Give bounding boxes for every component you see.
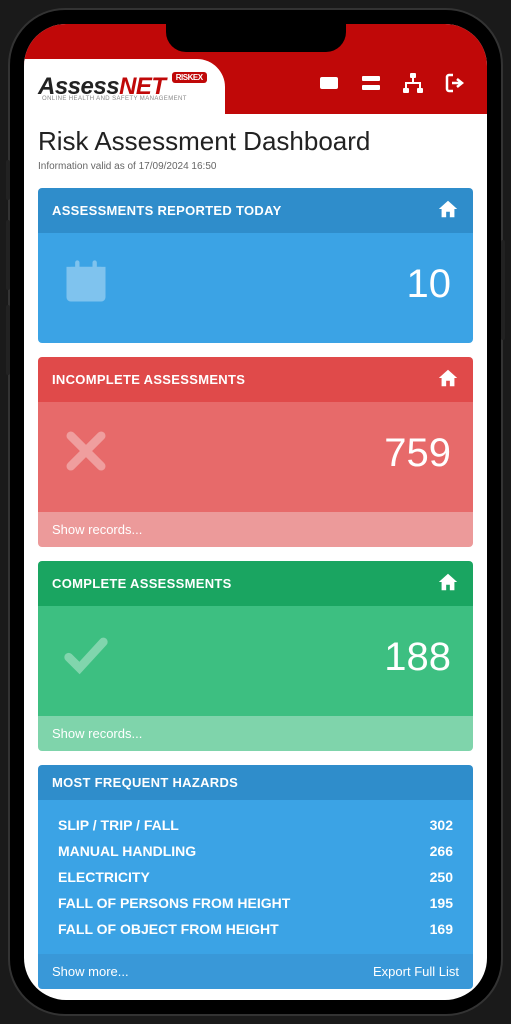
phone-frame: AssessNET RISKEX ONLINE HEALTH AND SAFET… xyxy=(10,10,501,1014)
card-view-icon[interactable] xyxy=(317,71,341,100)
card-footer: Show more... Export Full List xyxy=(38,954,473,989)
logo[interactable]: AssessNET RISKEX ONLINE HEALTH AND SAFET… xyxy=(24,59,225,114)
hazard-row[interactable]: FALL OF OBJECT FROM HEIGHT 169 xyxy=(58,916,453,942)
hazard-label: FALL OF PERSONS FROM HEIGHT xyxy=(58,895,290,911)
card-header: MOST FREQUENT HAZARDS xyxy=(38,765,473,800)
hazard-value: 302 xyxy=(430,817,453,833)
dashboard-content[interactable]: Risk Assessment Dashboard Information va… xyxy=(24,114,487,1000)
export-full-list-link[interactable]: Export Full List xyxy=(373,964,459,979)
hazard-list: SLIP / TRIP / FALL 302 MANUAL HANDLING 2… xyxy=(38,800,473,954)
phone-notch xyxy=(166,24,346,52)
hazard-row[interactable]: FALL OF PERSONS FROM HEIGHT 195 xyxy=(58,890,453,916)
home-icon[interactable] xyxy=(437,571,459,596)
card-incomplete: INCOMPLETE ASSESSMENTS 759 Show records.… xyxy=(38,357,473,547)
card-title: INCOMPLETE ASSESSMENTS xyxy=(52,372,245,387)
sitemap-icon[interactable] xyxy=(401,71,425,100)
logo-badge: RISKEX xyxy=(172,72,207,83)
calendar-icon xyxy=(60,256,112,313)
hazard-value: 195 xyxy=(430,895,453,911)
hazard-row[interactable]: MANUAL HANDLING 266 xyxy=(58,838,453,864)
card-body: 759 xyxy=(38,402,473,512)
cross-icon xyxy=(60,425,112,482)
home-icon[interactable] xyxy=(437,367,459,392)
card-body: 188 xyxy=(38,606,473,716)
card-footer: Show records... xyxy=(38,716,473,751)
hazard-row[interactable]: SLIP / TRIP / FALL 302 xyxy=(58,812,453,838)
card-header: ASSESSMENTS REPORTED TODAY xyxy=(38,188,473,233)
page-title: Risk Assessment Dashboard xyxy=(38,126,473,157)
phone-side-button xyxy=(6,160,10,200)
hazard-label: FALL OF OBJECT FROM HEIGHT xyxy=(58,921,279,937)
phone-side-button xyxy=(6,305,10,375)
hazard-label: SLIP / TRIP / FALL xyxy=(58,817,179,833)
home-icon[interactable] xyxy=(437,198,459,223)
hazard-value: 169 xyxy=(430,921,453,937)
hazard-label: ELECTRICITY xyxy=(58,869,150,885)
card-title: ASSESSMENTS REPORTED TODAY xyxy=(52,203,282,218)
card-title: MOST FREQUENT HAZARDS xyxy=(52,775,238,790)
card-header: COMPLETE ASSESSMENTS xyxy=(38,561,473,606)
show-records-link[interactable]: Show records... xyxy=(52,522,142,537)
card-hazards: MOST FREQUENT HAZARDS SLIP / TRIP / FALL… xyxy=(38,765,473,989)
check-icon xyxy=(60,629,112,686)
hazard-label: MANUAL HANDLING xyxy=(58,843,196,859)
card-value: 10 xyxy=(407,262,452,307)
hazard-row[interactable]: ELECTRICITY 250 xyxy=(58,864,453,890)
page-subtitle: Information valid as of 17/09/2024 16:50 xyxy=(38,161,473,172)
card-reported-today: ASSESSMENTS REPORTED TODAY 10 xyxy=(38,188,473,343)
card-header: INCOMPLETE ASSESSMENTS xyxy=(38,357,473,402)
card-footer: Show records... xyxy=(38,512,473,547)
show-more-link[interactable]: Show more... xyxy=(52,964,129,979)
header-actions xyxy=(317,71,487,114)
phone-side-button xyxy=(501,240,505,340)
hazard-value: 266 xyxy=(430,843,453,859)
show-records-link[interactable]: Show records... xyxy=(52,726,142,741)
app-screen: AssessNET RISKEX ONLINE HEALTH AND SAFET… xyxy=(24,24,487,1000)
list-view-icon[interactable] xyxy=(359,71,383,100)
card-value: 759 xyxy=(384,431,451,476)
card-title: COMPLETE ASSESSMENTS xyxy=(52,576,232,591)
hazard-value: 250 xyxy=(430,869,453,885)
phone-side-button xyxy=(6,220,10,290)
card-body: 10 xyxy=(38,233,473,343)
logout-icon[interactable] xyxy=(443,71,467,100)
card-complete: COMPLETE ASSESSMENTS 188 Show records... xyxy=(38,561,473,751)
logo-tagline: ONLINE HEALTH AND SAFETY MANAGEMENT xyxy=(42,96,187,102)
card-value: 188 xyxy=(384,635,451,680)
